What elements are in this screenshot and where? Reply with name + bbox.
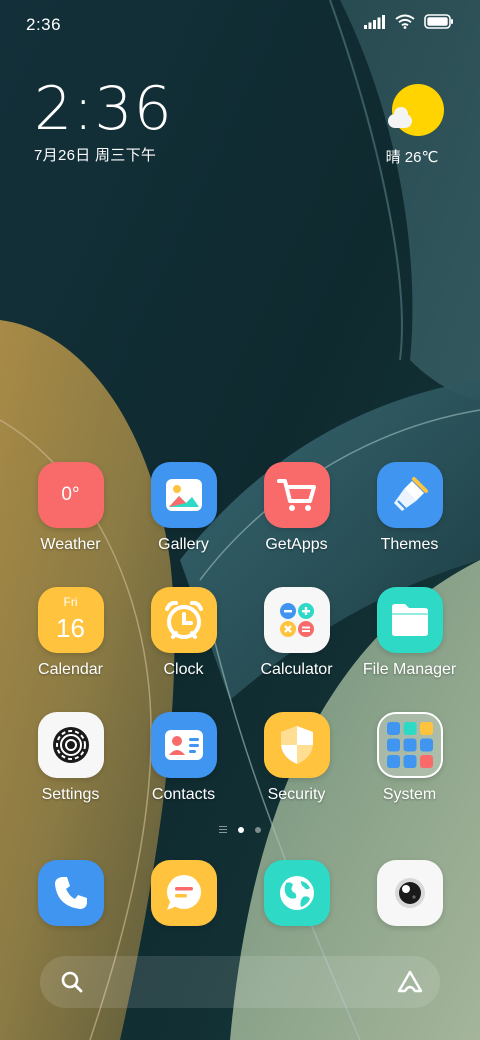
alarm-clock-icon bbox=[150, 587, 217, 653]
wifi-icon bbox=[395, 14, 415, 29]
sunny-partly-cloudy-icon bbox=[388, 84, 444, 138]
dock bbox=[14, 860, 466, 926]
app-calendar[interactable]: Fri 16 Calendar bbox=[14, 587, 127, 712]
shield-icon bbox=[263, 712, 330, 778]
app-themes[interactable]: Themes bbox=[353, 462, 466, 587]
folder-grid-icon bbox=[376, 712, 443, 778]
calendar-icon: Fri 16 bbox=[37, 587, 104, 653]
app-file-manager[interactable]: File Manager bbox=[353, 587, 466, 712]
calendar-tile-day: Fri bbox=[63, 595, 78, 609]
shopping-cart-icon bbox=[263, 462, 330, 528]
assistant-icon[interactable] bbox=[396, 969, 424, 995]
app-label: System bbox=[382, 786, 437, 803]
clock-widget[interactable]: 2:36 7月26日 周三下午 bbox=[34, 76, 173, 165]
paintbrush-icon bbox=[376, 462, 443, 528]
app-label: Themes bbox=[380, 536, 439, 553]
page-dot-1[interactable] bbox=[238, 826, 244, 833]
message-bubble-icon bbox=[150, 860, 217, 926]
app-weather[interactable]: 0° Weather bbox=[14, 462, 127, 587]
app-label: Contacts bbox=[151, 786, 216, 803]
app-settings[interactable]: Settings bbox=[14, 712, 127, 837]
status-icons bbox=[364, 14, 454, 29]
gear-icon bbox=[37, 712, 104, 778]
app-label: Gallery bbox=[158, 536, 209, 553]
status-time: 2:36 bbox=[26, 15, 62, 34]
status-bar: 2:36 bbox=[0, 0, 480, 50]
calculator-icon bbox=[263, 587, 330, 653]
phone-icon bbox=[37, 860, 104, 926]
app-label: Calculator bbox=[260, 661, 333, 678]
weather-condition-temp: 晴 26℃ bbox=[385, 149, 439, 166]
cellular-signal-icon bbox=[364, 14, 385, 29]
app-label: Clock bbox=[163, 661, 204, 678]
clock-date: 7月26日 周三下午 bbox=[34, 147, 157, 164]
folder-icon bbox=[376, 587, 443, 653]
dock-browser[interactable] bbox=[240, 860, 353, 926]
app-label: Weather bbox=[40, 536, 101, 553]
camera-lens-icon bbox=[376, 860, 443, 926]
app-gallery[interactable]: Gallery bbox=[127, 462, 240, 587]
globe-icon bbox=[263, 860, 330, 926]
app-drawer-indicator-icon bbox=[219, 826, 227, 833]
weather-icon: 0° bbox=[37, 462, 104, 528]
dock-messages[interactable] bbox=[127, 860, 240, 926]
app-label: GetApps bbox=[265, 536, 328, 553]
dock-phone[interactable] bbox=[14, 860, 127, 926]
battery-icon bbox=[424, 14, 453, 29]
app-contacts[interactable]: Contacts bbox=[127, 712, 240, 837]
app-calculator[interactable]: Calculator bbox=[240, 587, 353, 712]
app-label: Settings bbox=[41, 786, 100, 803]
gallery-icon bbox=[150, 462, 217, 528]
search-icon[interactable] bbox=[60, 970, 84, 994]
dock-camera[interactable] bbox=[353, 860, 466, 926]
weather-tile-temp: 0° bbox=[61, 484, 80, 505]
app-clock[interactable]: Clock bbox=[127, 587, 240, 712]
page-indicator[interactable] bbox=[0, 826, 480, 833]
app-label: File Manager bbox=[362, 661, 457, 678]
app-system-folder[interactable]: System bbox=[353, 712, 466, 837]
weather-widget[interactable]: 晴 26℃ bbox=[380, 80, 454, 167]
app-getapps[interactable]: GetApps bbox=[240, 462, 353, 587]
app-security[interactable]: Security bbox=[240, 712, 353, 837]
app-label: Calendar bbox=[38, 661, 103, 678]
page-dot-2[interactable] bbox=[255, 826, 261, 833]
search-bar[interactable] bbox=[40, 956, 440, 1008]
calendar-tile-date: 16 bbox=[56, 613, 85, 643]
app-label: Security bbox=[267, 786, 326, 803]
contact-card-icon bbox=[150, 712, 217, 778]
app-grid: 0° Weather Gallery GetApps Themes Fri 16… bbox=[14, 462, 466, 837]
clock-time: 2:36 bbox=[34, 74, 173, 144]
